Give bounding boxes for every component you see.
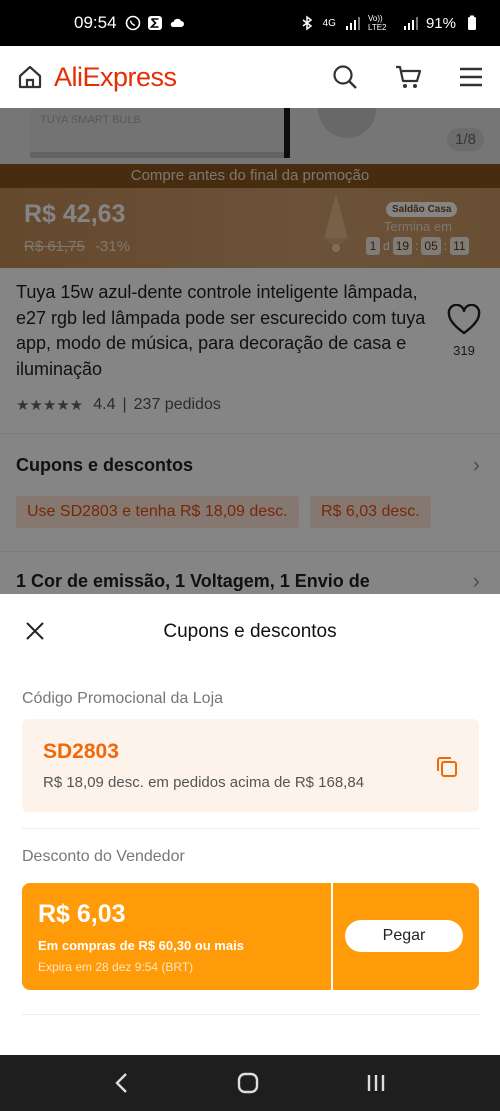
home-nav-icon[interactable]	[236, 1071, 260, 1095]
signal-2-icon	[403, 17, 418, 30]
store-promo-code-card: SD2803 R$ 18,09 desc. em pedidos acima d…	[22, 719, 479, 812]
divider	[22, 828, 479, 829]
back-icon[interactable]	[112, 1071, 132, 1095]
sigma-app-icon	[147, 16, 162, 30]
status-notification-icons	[125, 15, 185, 31]
coupons-bottom-sheet: Cupons e descontos Código Promocional da…	[0, 594, 500, 1055]
battery-percent: 91%	[425, 14, 456, 32]
battery-icon	[468, 15, 476, 30]
copy-icon[interactable]	[435, 755, 459, 779]
get-coupon-button[interactable]: Pegar	[345, 920, 463, 952]
seller-discount-label: Desconto do Vendedor	[22, 848, 185, 865]
coupon-amount: R$ 6,03	[38, 900, 126, 928]
signal-icon	[345, 17, 360, 30]
coupon-condition: Em compras de R$ 60,30 ou mais	[38, 938, 244, 953]
seller-coupon-card: R$ 6,03 Em compras de R$ 60,30 ou mais E…	[18, 883, 331, 990]
volte-indicator: Vo)) LTE2	[367, 14, 387, 32]
search-icon[interactable]	[332, 64, 358, 90]
menu-icon[interactable]	[458, 66, 484, 88]
home-icon[interactable]	[16, 63, 44, 91]
bluetooth-icon	[302, 15, 312, 31]
recents-icon[interactable]	[364, 1071, 388, 1095]
coupon-action-area: Pegar	[333, 883, 483, 990]
app-header: AliExpress	[0, 46, 500, 108]
store-code-label: Código Promocional da Loja	[22, 690, 224, 707]
aliexpress-logo[interactable]: AliExpress	[54, 62, 177, 93]
modal-backdrop[interactable]	[0, 108, 500, 594]
status-time: 09:54	[74, 13, 117, 32]
status-bar: 09:54 4G Vo)) LTE2 91%	[0, 0, 500, 46]
promo-code: SD2803	[43, 740, 119, 763]
cart-icon[interactable]	[394, 63, 422, 91]
cloud-icon	[170, 18, 184, 27]
android-nav-bar	[0, 1055, 500, 1111]
promo-code-description: R$ 18,09 desc. em pedidos acima de R$ 16…	[43, 774, 365, 791]
status-system-icons: 4G Vo)) LTE2 91%	[299, 14, 480, 32]
divider	[22, 1014, 479, 1015]
whatsapp-icon	[125, 15, 140, 31]
sheet-title: Cupons e descontos	[163, 621, 337, 642]
network-type: 4G	[322, 17, 336, 29]
coupon-expiry: Expira em 28 dez 9:54 (BRT)	[38, 960, 194, 974]
